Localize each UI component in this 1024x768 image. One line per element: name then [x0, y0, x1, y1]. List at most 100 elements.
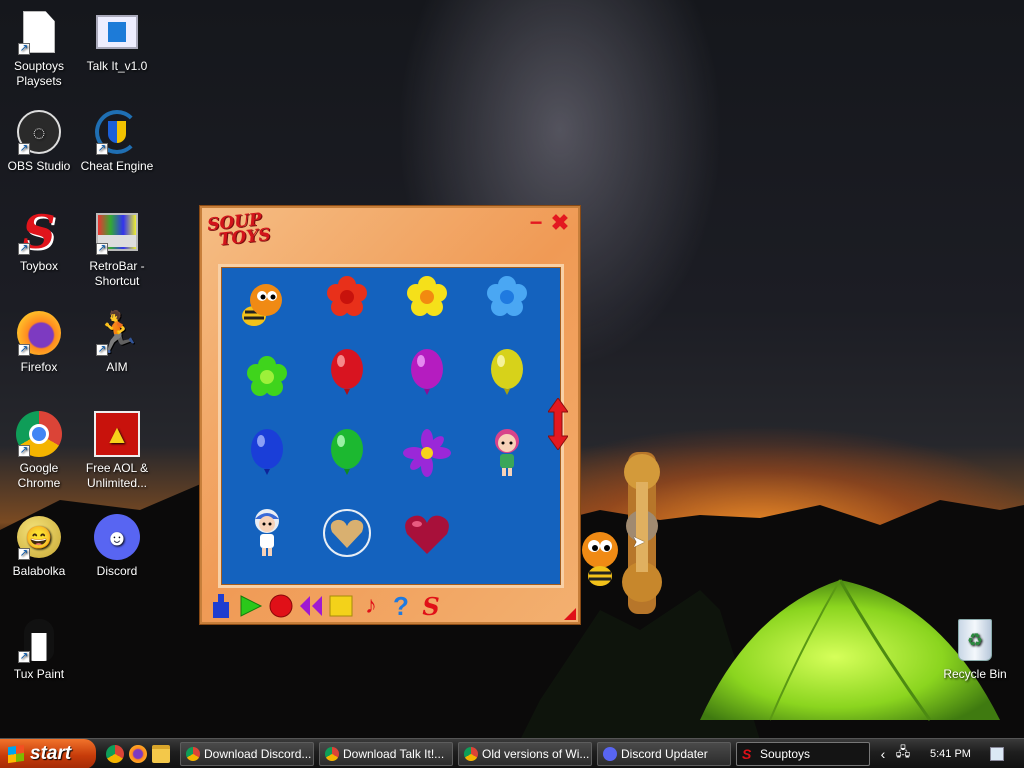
toy-red-heart[interactable] [397, 503, 457, 563]
desktop-icon-label: RetroBar - Shortcut [89, 259, 145, 288]
tray-expand-icon[interactable]: ‹ [876, 746, 890, 762]
task-label: Download Talk It!... [343, 747, 445, 761]
desktop-icon-discord[interactable]: ☻ Discord [77, 514, 157, 579]
desktop-icon-label: Balabolka [12, 564, 66, 578]
desktop-icon-firefox[interactable]: ↗ Firefox [0, 310, 79, 375]
desktop-icon-label: Firefox [20, 360, 58, 374]
task-discord-updater[interactable]: Discord Updater [597, 742, 731, 766]
desktop-icon-recycle-bin[interactable]: ♻ Recycle Bin [935, 617, 1015, 682]
souptoys-logo: SOUP TOYS [206, 210, 271, 250]
desktop-icon-label: Talk It_v1.0 [86, 59, 148, 73]
chrome-icon [464, 747, 478, 761]
task-label: Discord Updater [621, 747, 708, 761]
toy-grid-panel [218, 264, 564, 588]
desktop-icon-retrobar[interactable]: ↗ RetroBar - Shortcut [77, 209, 157, 289]
toy-purple-balloon[interactable] [397, 343, 457, 403]
resize-grip-icon[interactable] [564, 608, 576, 620]
quicklaunch-chrome-icon[interactable] [106, 745, 124, 763]
desktop-icon-label: Recycle Bin [943, 667, 1007, 681]
aim-runner-icon: 🏃 [92, 310, 142, 355]
windows-logo-icon [8, 744, 24, 764]
yellow-balloon-icon [491, 349, 523, 395]
toy-purple-flower[interactable] [397, 423, 457, 483]
chrome-icon [325, 747, 339, 761]
shortcut-arrow-icon: ↗ [96, 143, 108, 155]
task-old-versions[interactable]: Old versions of Wi... [458, 742, 592, 766]
green-balloon-icon [331, 429, 363, 475]
discord-icon [603, 747, 617, 761]
music-icon[interactable]: ♪ [358, 592, 384, 619]
mouse-cursor-icon: ➤ [632, 534, 646, 551]
tool-icon[interactable] [208, 593, 234, 619]
recycle-bin-icon: ♻ [958, 619, 992, 661]
desktop-icon-label: Google Chrome [17, 461, 61, 490]
desktop-icon-tux-paint[interactable]: ↗ Tux Paint [0, 617, 79, 682]
desktop-icon-label: AIM [106, 360, 128, 374]
souptoys-toolbar: ♪ ? S [208, 591, 444, 621]
toy-green-flower[interactable] [237, 347, 297, 407]
desktop-icon-talk-it[interactable]: Talk It_v1.0 [77, 9, 157, 74]
desktop-icon-toybox[interactable]: S ↗ Toybox [0, 209, 79, 274]
souptoys-s-icon[interactable]: S [418, 592, 444, 621]
red-balloon-icon [331, 349, 363, 395]
task-download-discord[interactable]: Download Discord... [180, 742, 314, 766]
chrome-icon [186, 747, 200, 761]
rewind-icon[interactable] [298, 593, 324, 619]
start-label: start [30, 743, 72, 764]
minimize-button[interactable]: − [526, 212, 546, 234]
shortcut-arrow-icon: ↗ [18, 445, 30, 457]
task-souptoys[interactable]: S Souptoys [736, 742, 870, 766]
desktop-icon-cheat-engine[interactable]: ↗ Cheat Engine [77, 109, 157, 174]
red-flower-icon [327, 276, 367, 316]
toy-blue-balloon[interactable] [237, 423, 297, 483]
blue-balloon-icon [251, 429, 283, 475]
desktop-icon-souptoys-playsets[interactable]: ↗ Souptoys Playsets [0, 9, 79, 89]
desktop-icon-label: Cheat Engine [80, 159, 154, 173]
desktop-icon-aim[interactable]: 🏃 ↗ AIM [77, 310, 157, 375]
task-label: Old versions of Wi... [482, 747, 590, 761]
toy-bee[interactable] [231, 273, 291, 333]
shortcut-arrow-icon: ↗ [18, 43, 30, 55]
stop-icon[interactable] [328, 593, 354, 619]
toy-gold-heart[interactable] [317, 503, 377, 563]
toy-green-balloon[interactable] [317, 423, 377, 483]
desktop-icon-label: Souptoys Playsets [13, 59, 65, 88]
network-icon[interactable]: 🖧 [890, 743, 916, 765]
bee-icon [242, 284, 282, 326]
task-download-talk-it[interactable]: Download Talk It!... [319, 742, 453, 766]
toy-blue-flower[interactable] [477, 267, 537, 327]
toy-yellow-balloon[interactable] [477, 343, 537, 403]
toy-yellow-flower[interactable] [397, 267, 457, 327]
desktop-icon-label: Free AOL & Unlimited... [85, 461, 149, 490]
desktop-icon-google-chrome[interactable]: ↗ Google Chrome [0, 411, 79, 491]
gold-heart-icon [323, 509, 371, 557]
shortcut-arrow-icon: ↗ [18, 143, 30, 155]
shortcut-arrow-icon: ↗ [96, 243, 108, 255]
purple-flower-icon [403, 429, 451, 477]
task-label: Download Discord... [204, 747, 312, 761]
quicklaunch-firefox-icon[interactable] [129, 745, 147, 763]
toy-red-balloon[interactable] [317, 343, 377, 403]
desktop-icon-balabolka[interactable]: 😄 ↗ Balabolka [0, 514, 79, 579]
toy-girl-doll[interactable] [237, 503, 297, 563]
shortcut-arrow-icon: ↗ [18, 344, 30, 356]
shortcut-arrow-icon: ↗ [18, 548, 30, 560]
show-desktop-icon[interactable] [990, 747, 1004, 761]
resize-arrow-icon[interactable] [547, 397, 569, 451]
help-icon[interactable]: ? [388, 591, 414, 621]
record-icon[interactable] [268, 593, 294, 619]
souptoys-window[interactable]: SOUP TOYS − ✖ ♪ ? S [200, 206, 580, 624]
toy-red-flower[interactable] [317, 267, 377, 327]
quicklaunch-folder-icon[interactable] [152, 745, 170, 763]
start-button[interactable]: start [0, 739, 96, 768]
play-icon[interactable] [238, 593, 264, 619]
desktop-icon-obs-studio[interactable]: ◌ ↗ OBS Studio [0, 109, 79, 174]
toy-girl-doll-pink[interactable] [477, 423, 537, 483]
clock[interactable]: 5:41 PM [930, 748, 982, 760]
desktop-icon-aol[interactable]: ▲ Free AOL & Unlimited... [77, 411, 157, 491]
shortcut-arrow-icon: ↗ [18, 243, 30, 255]
close-button[interactable]: ✖ [550, 212, 570, 234]
desktop-icon-label: OBS Studio [7, 159, 71, 173]
blue-flower-icon [487, 276, 527, 316]
desktop-bee-toy[interactable] [578, 530, 622, 595]
